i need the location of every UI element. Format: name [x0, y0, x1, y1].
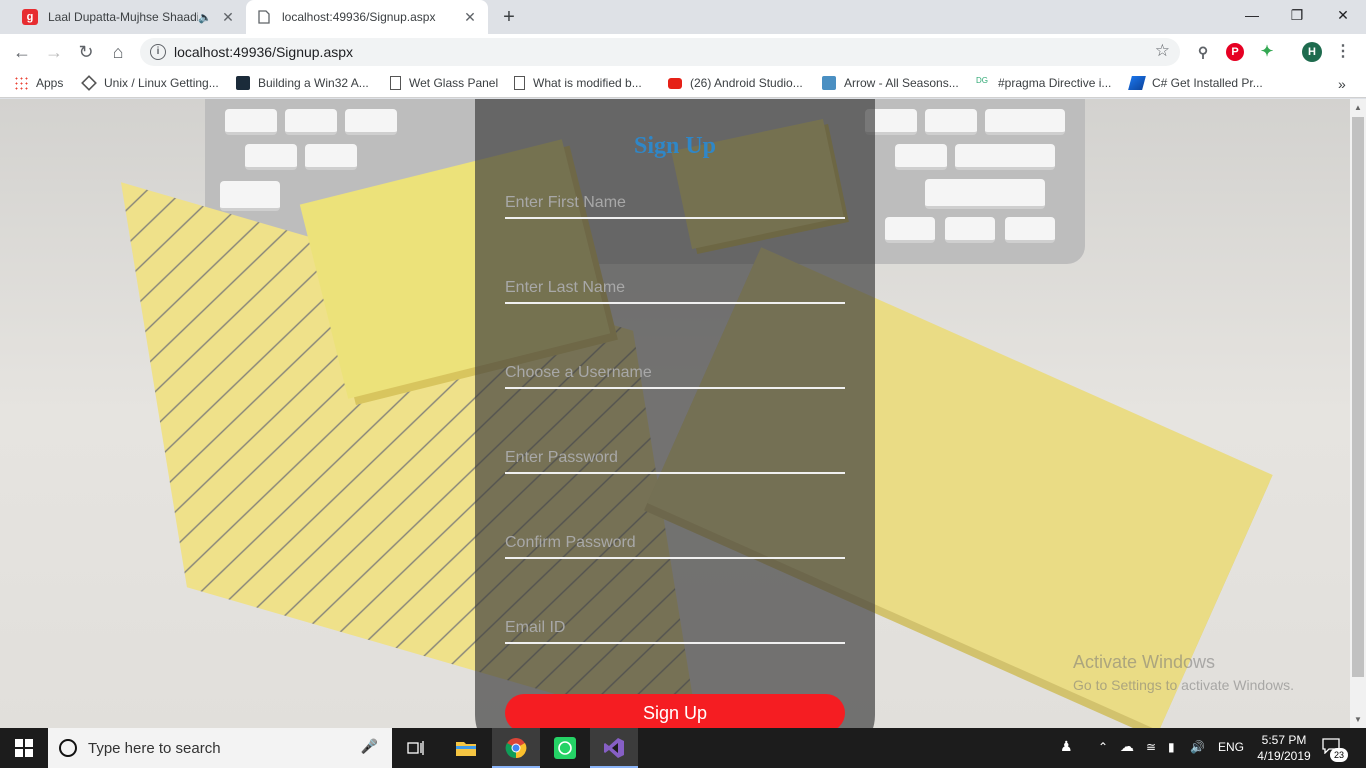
bookmark-arrow[interactable]: Arrow - All Seasons... [822, 76, 959, 90]
close-tab-icon[interactable]: ✕ [460, 9, 480, 26]
page-icon [514, 76, 525, 90]
page-icon [390, 76, 401, 90]
bookmark-label: Wet Glass Panel [409, 76, 499, 90]
bookmark-win32[interactable]: Building a Win32 A... [236, 76, 369, 90]
bookmark-apps[interactable]: Apps [14, 76, 63, 90]
page-scrollbar[interactable]: ▲ ▼ [1350, 99, 1366, 728]
bookmarks-bar: Apps Unix / Linux Getting... Building a … [0, 70, 1366, 98]
bookmark-csharp[interactable]: C# Get Installed Pr... [1128, 76, 1263, 90]
bookmark-label: What is modified b... [533, 76, 642, 90]
people-icon[interactable]: ♟ [1060, 738, 1073, 755]
bookmark-star-icon[interactable]: ☆ [1155, 41, 1170, 61]
monitor-icon [236, 76, 250, 90]
windows-logo-icon [15, 739, 33, 757]
minimize-button[interactable]: — [1229, 0, 1275, 30]
volume-icon[interactable]: 🔊 [1190, 740, 1205, 754]
address-bar[interactable]: i localhost:49936/Signup.aspx ☆ [140, 38, 1180, 66]
language-indicator[interactable]: ENG [1218, 740, 1244, 754]
youtube-icon [668, 77, 682, 89]
tab-title: localhost:49936/Signup.aspx [282, 10, 436, 24]
password-input[interactable] [505, 444, 845, 474]
speaker-icon[interactable]: 🔈 [198, 11, 214, 24]
onedrive-icon[interactable]: ☁ [1120, 738, 1134, 755]
sign-up-button[interactable]: Sign Up [505, 694, 845, 728]
diamond-icon [81, 75, 97, 91]
last-name-input[interactable] [505, 274, 845, 304]
file-explorer-icon[interactable] [442, 728, 490, 768]
email-input[interactable] [505, 614, 845, 644]
scroll-down-arrow-icon[interactable]: ▼ [1354, 715, 1362, 724]
close-window-button[interactable]: ✕ [1320, 0, 1366, 30]
tab-strip: g Laal Dupatta-Mujhse Shaadi 🔈 ✕ localho… [0, 0, 1366, 34]
bookmark-pragma[interactable]: DG #pragma Directive i... [976, 76, 1111, 90]
system-clock[interactable]: 5:57 PM 4/19/2019 [1256, 732, 1312, 764]
profile-avatar[interactable]: H [1302, 42, 1322, 62]
signup-panel: Sign Up Sign Up [475, 99, 875, 728]
clock-time: 5:57 PM [1261, 733, 1307, 747]
chevron-up-icon[interactable]: ⌃ [1098, 740, 1108, 754]
scrollbar-thumb[interactable] [1352, 117, 1364, 677]
pinterest-icon[interactable]: P [1226, 43, 1244, 61]
bookmarks-overflow-icon[interactable]: » [1338, 76, 1346, 92]
clock-date: 4/19/2019 [1257, 749, 1311, 763]
home-button[interactable]: ⌂ [106, 40, 130, 64]
page-icon [256, 9, 272, 25]
first-name-input[interactable] [505, 189, 845, 219]
chrome-icon[interactable] [492, 728, 540, 768]
start-button[interactable] [0, 728, 48, 768]
tab-signup[interactable]: localhost:49936/Signup.aspx ✕ [246, 0, 488, 34]
bookmark-label: Apps [36, 76, 64, 90]
bookmark-what-is-modified[interactable]: What is modified b... [514, 76, 642, 90]
task-view-icon[interactable] [392, 728, 440, 768]
bookmark-label: Unix / Linux Getting... [104, 76, 219, 90]
search-placeholder: Type here to search [88, 740, 221, 757]
reload-button[interactable]: ↻ [74, 40, 98, 64]
back-button[interactable]: ← [10, 40, 34, 64]
new-tab-button[interactable]: + [498, 6, 520, 28]
bookmark-android-studio[interactable]: (26) Android Studio... [668, 76, 803, 90]
gaana-icon: g [22, 9, 38, 25]
visual-studio-icon[interactable] [590, 728, 638, 768]
confirm-password-input[interactable] [505, 529, 845, 559]
maximize-button[interactable]: ❐ [1274, 0, 1320, 30]
bookmark-wet-glass[interactable]: Wet Glass Panel [390, 76, 498, 90]
extension-icon[interactable]: ✦ [1258, 43, 1276, 61]
scroll-up-arrow-icon[interactable]: ▲ [1354, 103, 1362, 112]
whatsapp-icon[interactable] [541, 728, 589, 768]
forward-button[interactable]: → [42, 40, 66, 64]
bookmark-label: Arrow - All Seasons... [844, 76, 959, 90]
search-icon[interactable]: ⚲ [1194, 43, 1212, 61]
windows-taskbar: Type here to search 🎤 ♟ ⌃ ☁ ≅ ▮ 🔊 ENG 5:… [0, 728, 1366, 768]
browser-toolbar: ← → ↻ ⌂ i localhost:49936/Signup.aspx ☆ … [0, 34, 1366, 70]
cs-icon [1128, 76, 1146, 90]
taskbar-search-box[interactable]: Type here to search 🎤 [48, 728, 392, 768]
bookmark-label: (26) Android Studio... [690, 76, 803, 90]
activate-windows-watermark: Activate Windows Go to Settings to activ… [1073, 652, 1294, 693]
apps-grid-icon [14, 76, 28, 90]
url-text[interactable]: localhost:49936/Signup.aspx [174, 44, 353, 60]
arrow-site-icon [822, 76, 836, 90]
info-icon[interactable]: i [150, 44, 166, 60]
wifi-icon[interactable]: ≅ [1146, 740, 1156, 754]
watermark-title: Activate Windows [1073, 652, 1216, 672]
notification-count-badge: 23 [1330, 748, 1348, 762]
microphone-icon[interactable]: 🎤 [361, 738, 378, 755]
tab-title: Laal Dupatta-Mujhse Shaadi [48, 10, 198, 24]
battery-icon[interactable]: ▮ [1168, 740, 1175, 754]
tab-laal-dupatta[interactable]: g Laal Dupatta-Mujhse Shaadi 🔈 ✕ [12, 0, 246, 34]
bookmark-label: Building a Win32 A... [258, 76, 369, 90]
page-viewport: Sign Up Sign Up Activate Windows Go to S… [0, 99, 1350, 728]
menu-kebab-icon[interactable]: ⋮ [1334, 43, 1352, 61]
dg-icon: DG [976, 76, 988, 85]
close-tab-icon[interactable]: ✕ [218, 9, 238, 26]
watermark-subtitle: Go to Settings to activate Windows. [1073, 677, 1294, 693]
form-title: Sign Up [633, 133, 717, 159]
cortana-icon [59, 739, 77, 757]
bookmark-label: #pragma Directive i... [998, 76, 1112, 90]
bookmark-unix-linux[interactable]: Unix / Linux Getting... [81, 75, 219, 91]
username-input[interactable] [505, 359, 845, 389]
bookmark-label: C# Get Installed Pr... [1152, 76, 1263, 90]
